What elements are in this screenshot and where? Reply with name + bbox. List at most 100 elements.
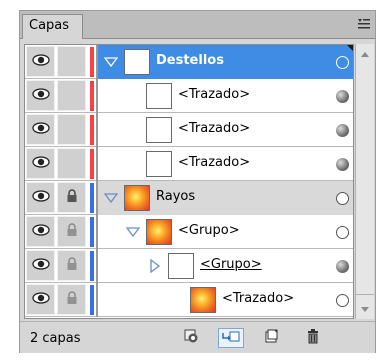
layer-content[interactable]: Rayos [98,181,353,215]
disclosure-expanded-icon[interactable] [103,55,119,69]
lock-toggle[interactable] [57,148,86,179]
layer-row[interactable]: <Trazado> [25,79,353,113]
layer-count: 2 capas [30,331,81,346]
selection-corner-icon [347,45,353,53]
scroll-up-icon[interactable] [356,46,374,62]
layer-thumbnail [146,83,172,109]
layer-name: <Trazado> [178,155,251,170]
layer-content[interactable]: <Grupo> [98,249,353,283]
lock-icon [66,256,78,275]
target-icon[interactable] [336,90,349,103]
layer-row[interactable]: <Trazado> [25,283,353,317]
eye-icon [31,257,50,274]
layer-row[interactable]: <Trazado> [25,147,353,181]
layer-row[interactable]: Rayos [25,181,353,215]
target-icon[interactable] [336,158,349,171]
target-icon[interactable] [336,226,349,239]
layer-content[interactable]: Destellos [98,45,353,79]
eye-icon [31,53,50,70]
layer-color-indicator [90,285,94,315]
lock-icon [66,188,78,207]
visibility-toggle[interactable] [26,80,55,111]
eye-icon [31,291,50,308]
disclosure-collapsed-icon[interactable] [148,258,162,274]
target-icon[interactable] [336,124,349,137]
layer-thumbnail [190,287,216,313]
visibility-toggle[interactable] [26,284,55,315]
layer-color-indicator [90,47,94,77]
visibility-toggle[interactable] [26,114,55,145]
lock-toggle[interactable] [57,250,86,281]
panel-tab-bar: Capas [20,11,375,39]
disclosure-expanded-icon[interactable] [103,191,119,205]
layer-name: <Trazado> [222,291,295,306]
layer-name: <Trazado> [178,121,251,136]
scrollbar[interactable] [355,44,374,319]
layer-row[interactable]: <Grupo> [25,249,353,283]
layer-color-indicator [90,217,94,247]
lock-icon [66,222,78,241]
target-icon[interactable] [336,192,349,205]
visibility-toggle[interactable] [26,148,55,179]
scroll-down-icon[interactable] [356,301,374,317]
make-clipping-mask-icon [183,328,199,348]
delete-layer-button[interactable] [302,328,324,348]
layer-name: <Grupo> [178,223,240,238]
eye-icon [31,121,50,138]
layer-thumbnail [124,49,150,75]
layer-color-indicator [90,81,94,111]
layer-color-indicator [90,149,94,179]
tab-capas[interactable]: Capas [22,14,83,39]
lock-toggle[interactable] [57,284,86,315]
eye-icon [31,189,50,206]
visibility-toggle[interactable] [26,46,55,77]
layer-color-indicator [90,115,94,145]
visibility-toggle[interactable] [26,250,55,281]
layer-name: <Grupo> [200,257,262,272]
make-clipping-mask-button[interactable] [180,328,202,348]
layer-content[interactable]: <Trazado> [98,147,353,181]
panel-menu-icon[interactable] [357,17,371,31]
visibility-toggle[interactable] [26,182,55,213]
layer-thumbnail [124,185,150,211]
new-layer-icon [263,328,279,348]
layer-color-indicator [90,251,94,281]
eye-icon [31,155,50,172]
layer-content[interactable]: <Trazado> [98,113,353,147]
eye-icon [31,87,50,104]
target-icon[interactable] [336,260,349,273]
scrollbar-divider [356,294,374,295]
layer-thumbnail [168,253,194,279]
layer-color-indicator [90,183,94,213]
layer-list: Destellos <Trazado> <Trazado> <Trazado> Rayo… [24,44,354,319]
lock-toggle[interactable] [57,46,86,77]
create-sublayer-icon [221,329,241,347]
disclosure-expanded-icon[interactable] [125,225,141,239]
layer-name: Destellos [156,53,224,68]
eye-icon [31,223,50,240]
target-icon[interactable] [336,294,349,307]
lock-toggle[interactable] [57,114,86,145]
layer-content[interactable]: <Grupo> [98,215,353,249]
new-layer-button[interactable] [260,328,282,348]
lock-toggle[interactable] [57,80,86,111]
target-icon[interactable] [336,56,349,69]
layer-thumbnail [146,117,172,143]
layer-thumbnail [146,219,172,245]
layer-name: Rayos [156,189,196,204]
create-sublayer-button[interactable] [218,328,244,348]
layers-panel: Capas Destellos <Trazado> <Trazado> <Trazad… [19,10,376,353]
layer-row[interactable]: <Grupo> [25,215,353,249]
lock-icon [66,290,78,309]
delete-layer-icon [305,328,321,348]
lock-toggle[interactable] [57,216,86,247]
panel-footer: 2 capas [20,321,375,353]
layer-content[interactable]: <Trazado> [98,283,353,317]
layer-thumbnail [146,151,172,177]
visibility-toggle[interactable] [26,216,55,247]
layer-name: <Trazado> [178,87,251,102]
layer-row[interactable]: Destellos [25,45,353,79]
lock-toggle[interactable] [57,182,86,213]
layer-row[interactable]: <Trazado> [25,113,353,147]
layer-content[interactable]: <Trazado> [98,79,353,113]
